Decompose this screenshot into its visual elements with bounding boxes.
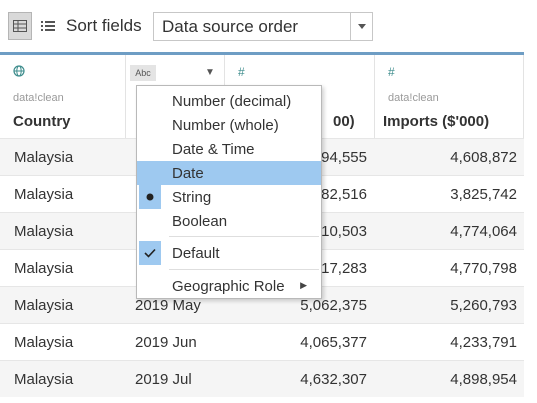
menu-item-label: String — [172, 189, 212, 206]
cell-imports: 5,260,793 — [450, 297, 517, 314]
menu-item-number-whole[interactable]: Number (whole) — [137, 113, 321, 137]
cell-country: Malaysia — [14, 334, 74, 351]
cell-country: Malaysia — [14, 149, 74, 166]
column-name: 00) — [333, 113, 355, 130]
column-name: Country — [13, 113, 71, 130]
abc-icon[interactable]: Abc — [130, 65, 156, 81]
menu-item-default[interactable]: Default — [137, 241, 321, 265]
submenu-arrow-icon: ▶ — [300, 280, 307, 290]
cell-imports: 4,770,798 — [450, 260, 517, 277]
cell-month: 2019 Jul — [135, 371, 192, 388]
menu-item-geographic-role[interactable]: Geographic Role ▶ — [137, 274, 321, 298]
list-view-icon — [41, 21, 55, 31]
chevron-down-icon[interactable] — [350, 13, 372, 40]
menu-item-label: Number (whole) — [172, 117, 279, 134]
number-icon[interactable]: # — [238, 65, 245, 79]
column-name: Imports ($'000) — [383, 113, 490, 130]
sort-fields-value: Data source order — [162, 16, 299, 36]
column-header-imports[interactable]: # data!clean Imports ($'000) — [375, 55, 524, 138]
table-row: Malaysia 2019 Jun 4,065,377 4,233,791 — [0, 323, 524, 360]
list-view-button[interactable] — [36, 12, 60, 40]
menu-item-date-time[interactable]: Date & Time — [137, 137, 321, 161]
menu-item-boolean[interactable]: Boolean — [137, 209, 321, 233]
number-icon[interactable]: # — [388, 65, 395, 79]
cell-country: Malaysia — [14, 371, 74, 388]
column-dropdown-icon[interactable]: ▼ — [205, 67, 215, 78]
cell-imports: 4,898,954 — [450, 371, 517, 388]
menu-separator — [169, 236, 319, 237]
menu-item-number-decimal[interactable]: Number (decimal) — [137, 89, 321, 113]
toolbar: Sort fields Data source order — [0, 0, 537, 52]
cell-imports: 4,774,064 — [450, 223, 517, 240]
menu-separator — [169, 269, 319, 270]
cell-exports: 4,065,377 — [300, 334, 367, 351]
cell-imports: 4,608,872 — [450, 149, 517, 166]
cell-country: Malaysia — [14, 260, 74, 277]
sort-fields-label: Sort fields — [66, 16, 142, 35]
menu-item-label: Boolean — [172, 213, 228, 230]
cell-month: 2019 May — [135, 297, 201, 314]
cell-imports: 4,233,791 — [450, 334, 517, 351]
grid-view-icon — [13, 20, 27, 32]
scrollbar[interactable] — [524, 52, 537, 403]
column-header-country[interactable]: data!clean Country — [0, 55, 126, 138]
column-source: data!clean — [13, 92, 64, 104]
cell-country: Malaysia — [14, 186, 74, 203]
cell-country: Malaysia — [14, 223, 74, 240]
menu-item-date[interactable]: Date — [137, 161, 321, 185]
checkmark-icon — [139, 241, 161, 265]
cell-exports: 5,062,375 — [300, 297, 367, 314]
cell-exports: 4,632,307 — [300, 371, 367, 388]
cell-country: Malaysia — [14, 297, 74, 314]
column-source: data!clean — [388, 92, 439, 104]
menu-item-label: Date — [172, 165, 204, 182]
menu-item-string[interactable]: String — [137, 185, 321, 209]
menu-item-label: Number (decimal) — [172, 93, 292, 110]
grid-view-button[interactable] — [8, 12, 32, 40]
radio-bullet-icon — [139, 185, 161, 209]
sort-fields-select[interactable]: Data source order — [153, 12, 373, 41]
menu-item-label: Default — [172, 245, 220, 262]
menu-item-label: Date & Time — [172, 141, 255, 158]
globe-icon[interactable] — [13, 65, 25, 80]
cell-month: 2019 Jun — [135, 334, 197, 351]
data-type-menu: Number (decimal) Number (whole) Date & T… — [136, 85, 322, 299]
menu-item-label: Geographic Role — [172, 278, 285, 295]
table-row: Malaysia 2019 Jul 4,632,307 4,898,954 — [0, 360, 524, 397]
cell-imports: 3,825,742 — [450, 186, 517, 203]
